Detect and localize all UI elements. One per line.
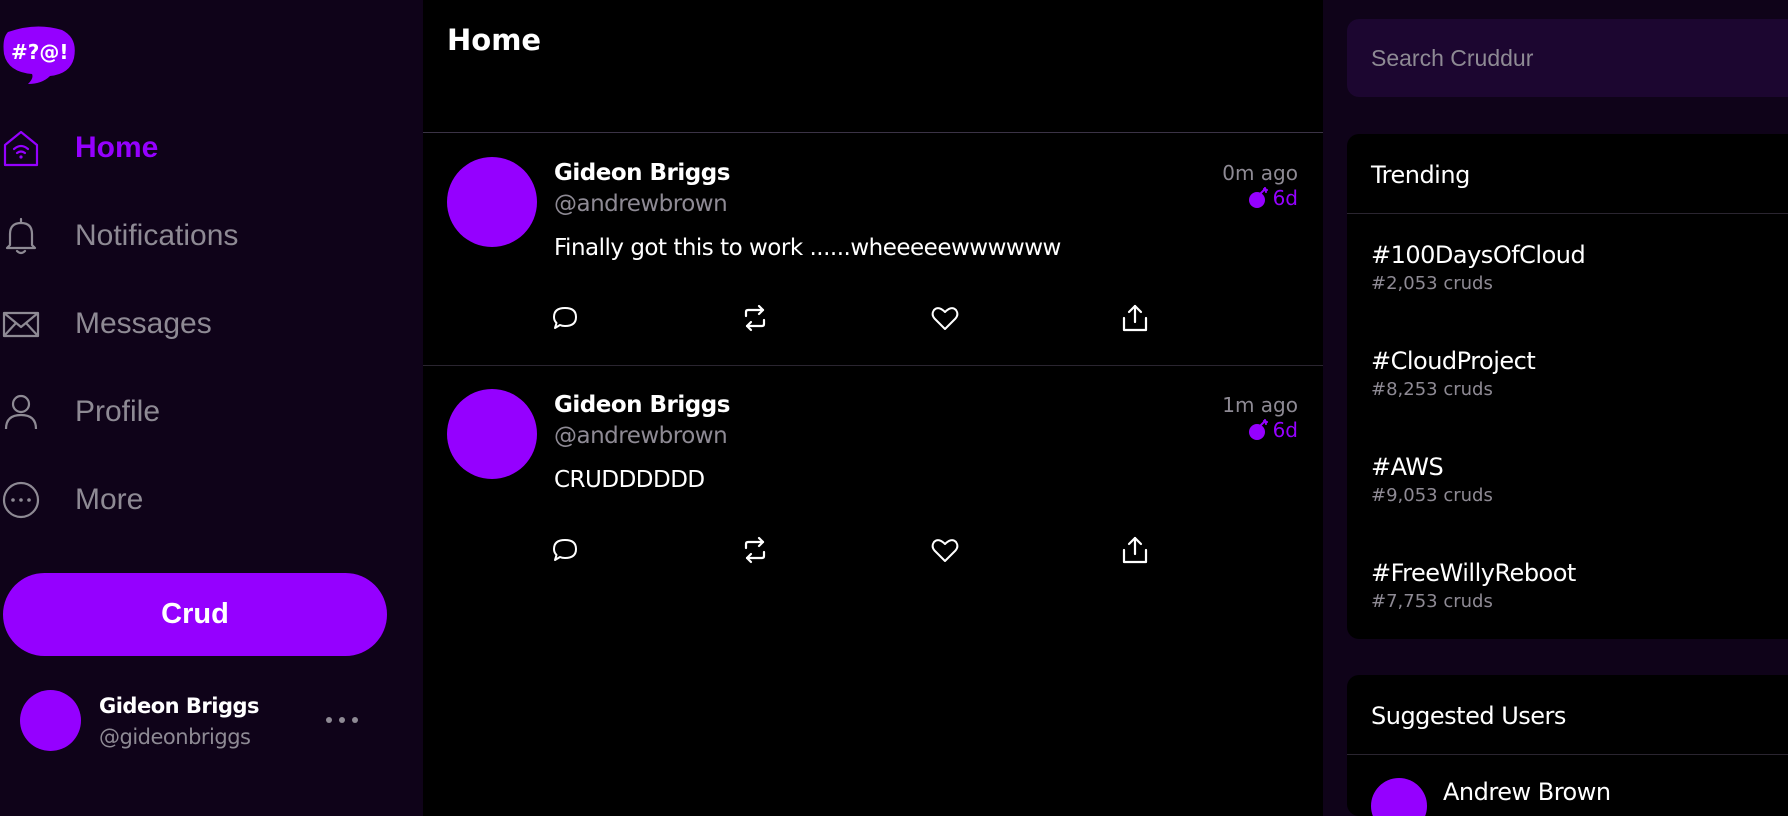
trending-item[interactable]: #CloudProject #8,253 cruds (1371, 347, 1771, 407)
avatar[interactable] (447, 157, 537, 247)
sidebar-item-profile[interactable]: Profile (0, 382, 360, 442)
profile-more-icon[interactable] (326, 708, 358, 732)
avatar[interactable] (447, 389, 537, 479)
post-author-name[interactable]: Gideon Briggs (554, 160, 730, 186)
post-time: 0m ago (1222, 161, 1298, 185)
post-author-name[interactable]: Gideon Briggs (554, 392, 730, 418)
sidebar-item-label: More (75, 483, 144, 516)
post-author-handle[interactable]: @andrewbrown (554, 191, 728, 217)
feed-header: Home (423, 0, 1323, 133)
post-expiry-text: 6d (1272, 186, 1298, 210)
right-column: Trending #100DaysOfCloud #2,053 cruds #C… (1323, 0, 1788, 816)
bomb-icon (1248, 419, 1268, 440)
home-icon (0, 127, 42, 169)
suggested-users-panel: Suggested Users Andrew Brown (1347, 675, 1788, 816)
trending-count: #8,253 cruds (1371, 379, 1493, 400)
sidebar-item-home[interactable]: Home (0, 118, 360, 178)
sidebar-item-messages[interactable]: Messages (0, 294, 360, 354)
post-expiry-text: 6d (1272, 418, 1298, 442)
sidebar-item-notifications[interactable]: Notifications (0, 206, 360, 266)
bell-icon (0, 215, 42, 257)
post-actions (549, 302, 1148, 334)
post-expiry: 6d (1247, 186, 1298, 210)
suggested-users-title: Suggested Users (1371, 702, 1566, 730)
post-text: Finally got this to work ......wheeeeeww… (554, 235, 1061, 261)
suggested-user-name: Andrew Brown (1443, 778, 1611, 806)
search-input[interactable] (1347, 19, 1788, 97)
user-icon (0, 391, 42, 433)
post[interactable]: Gideon Briggs @andrewbrown 1m ago 6d CRU… (423, 366, 1323, 598)
post-actions (549, 534, 1148, 566)
sidebar-item-label: Messages (75, 307, 212, 340)
profile-handle: @gideonbriggs (99, 725, 251, 749)
crud-button[interactable]: Crud (3, 573, 387, 656)
trending-tag: #CloudProject (1371, 347, 1536, 375)
trending-count: #7,753 cruds (1371, 591, 1493, 612)
sidebar-item-label: Profile (75, 395, 161, 428)
reply-icon[interactable] (549, 534, 581, 566)
post-expiry: 6d (1247, 418, 1298, 442)
divider (1347, 213, 1788, 214)
like-icon[interactable] (929, 534, 961, 566)
sidebar-item-more[interactable]: More (0, 470, 360, 530)
post-text: CRUDDDDDD (554, 467, 705, 493)
post-author-handle[interactable]: @andrewbrown (554, 423, 728, 449)
trending-item[interactable]: #AWS #9,053 cruds (1371, 453, 1771, 513)
logo-text: #?@! (11, 40, 68, 64)
divider (1347, 754, 1788, 755)
profile-card[interactable]: Gideon Briggs @gideonbriggs (20, 690, 360, 752)
feed: Home Gideon Briggs @andrewbrown 0m ago 6… (423, 0, 1323, 816)
reply-icon[interactable] (549, 302, 581, 334)
trending-tag: #AWS (1371, 453, 1444, 481)
like-icon[interactable] (929, 302, 961, 334)
mail-icon (0, 303, 42, 345)
bomb-icon (1248, 187, 1268, 208)
avatar (1371, 778, 1427, 816)
profile-name: Gideon Briggs (99, 694, 260, 718)
trending-item[interactable]: #100DaysOfCloud #2,053 cruds (1371, 241, 1771, 301)
trending-tag: #FreeWillyReboot (1371, 559, 1576, 587)
trending-count: #9,053 cruds (1371, 485, 1493, 506)
share-icon[interactable] (1119, 302, 1151, 334)
sidebar-item-label: Home (75, 131, 159, 164)
trending-panel: Trending #100DaysOfCloud #2,053 cruds #C… (1347, 134, 1788, 639)
sidebar-item-label: Notifications (75, 219, 239, 252)
page-title: Home (447, 23, 542, 57)
share-icon[interactable] (1119, 534, 1151, 566)
sidebar: #?@! Home Notifications Messages Profile… (0, 0, 423, 816)
more-circle-icon (0, 479, 42, 521)
repost-icon[interactable] (739, 302, 771, 334)
post[interactable]: Gideon Briggs @andrewbrown 0m ago 6d Fin… (423, 134, 1323, 366)
post-time: 1m ago (1222, 393, 1298, 417)
suggested-user[interactable]: Andrew Brown (1371, 778, 1771, 816)
logo[interactable]: #?@! (2, 24, 76, 86)
trending-title: Trending (1371, 161, 1470, 189)
avatar (20, 690, 81, 751)
logo-icon: #?@! (3, 26, 75, 85)
repost-icon[interactable] (739, 534, 771, 566)
trending-count: #2,053 cruds (1371, 273, 1493, 294)
trending-tag: #100DaysOfCloud (1371, 241, 1586, 269)
trending-item[interactable]: #FreeWillyReboot #7,753 cruds (1371, 559, 1771, 619)
